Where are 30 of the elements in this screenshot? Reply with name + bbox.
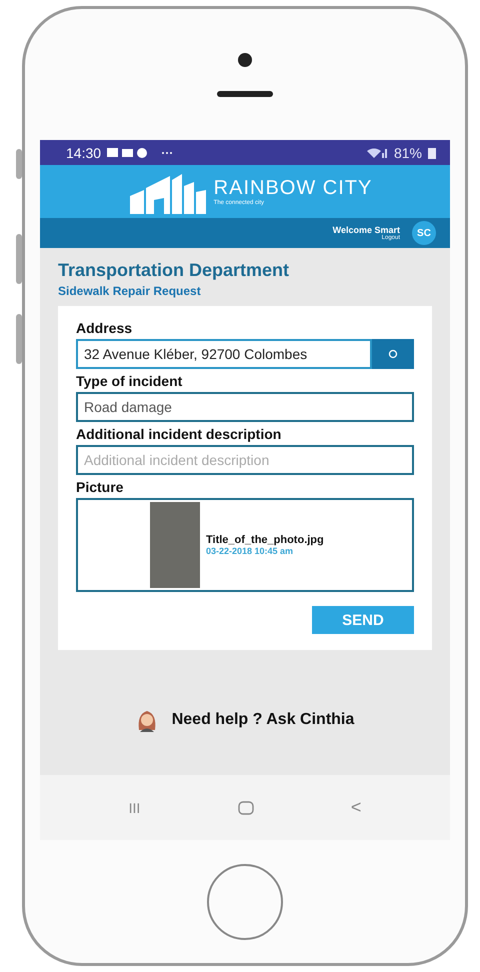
signal-icon bbox=[366, 146, 388, 158]
welcome-text: Welcome Smart bbox=[332, 225, 400, 235]
speaker-grille bbox=[217, 90, 273, 96]
user-avatar[interactable]: SC bbox=[412, 221, 436, 245]
picture-box[interactable]: Title_of_the_photo.jpg 03-22-2018 10:45 am bbox=[76, 498, 414, 592]
recents-button[interactable]: III bbox=[128, 800, 140, 816]
location-button[interactable] bbox=[372, 339, 414, 369]
file-date: 03-22-2018 10:45 am bbox=[206, 546, 294, 556]
field-label: Address bbox=[76, 320, 134, 336]
help-link[interactable]: Need help ? Ask Cinthia bbox=[172, 711, 354, 729]
home-button[interactable] bbox=[207, 864, 283, 940]
location-icon bbox=[388, 349, 398, 359]
back-button[interactable]: < bbox=[350, 797, 362, 818]
camera-icon bbox=[238, 52, 252, 66]
page-subtitle: Sidewalk Repair Request bbox=[58, 284, 202, 298]
assistant-avatar-icon bbox=[136, 708, 158, 732]
status-time: 14:30 bbox=[66, 144, 102, 160]
page-title: Transportation Department bbox=[58, 260, 290, 281]
more-icon bbox=[161, 150, 174, 154]
file-name: Title_of_the_photo.jpg bbox=[206, 534, 324, 546]
battery-level: 81% bbox=[394, 144, 422, 160]
send-button[interactable]: SEND bbox=[312, 606, 414, 634]
battery-icon bbox=[428, 146, 436, 158]
address-field[interactable]: 32 Avenue Kléber, 92700 Colombes bbox=[76, 339, 372, 369]
logo-title: RAINBOW CITY bbox=[214, 177, 372, 200]
home-nav-icon[interactable] bbox=[238, 800, 254, 814]
input-field[interactable]: Road damage bbox=[76, 392, 414, 422]
field-label: Picture bbox=[76, 479, 124, 495]
field-label: Additional incident description bbox=[76, 426, 282, 442]
field-label: Type of incident bbox=[76, 373, 184, 389]
